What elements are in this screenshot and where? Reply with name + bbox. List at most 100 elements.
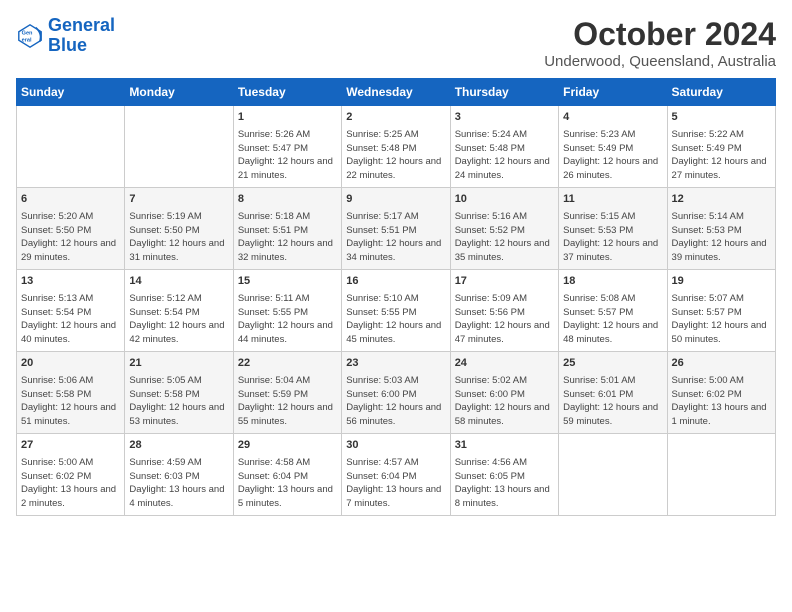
day-number: 7 — [129, 192, 228, 208]
calendar-cell: 31 Sunrise: 4:56 AM Sunset: 6:05 PM Dayli… — [450, 434, 558, 516]
calendar-cell: 30 Sunrise: 4:57 AM Sunset: 6:04 PM Dayli… — [342, 434, 450, 516]
day-number: 30 — [346, 438, 445, 454]
calendar-cell: 6 Sunrise: 5:20 AM Sunset: 5:50 PM Daylig… — [17, 188, 125, 270]
day-info: Sunrise: 5:17 AM Sunset: 5:51 PM Dayligh… — [346, 210, 445, 265]
day-number: 10 — [455, 192, 554, 208]
day-number: 2 — [346, 110, 445, 126]
calendar-cell: 9 Sunrise: 5:17 AM Sunset: 5:51 PM Daylig… — [342, 188, 450, 270]
weekday-header: Wednesday — [342, 79, 450, 106]
calendar-week-row: 20 Sunrise: 5:06 AM Sunset: 5:58 PM Dayli… — [17, 352, 776, 434]
day-info: Sunrise: 5:07 AM Sunset: 5:57 PM Dayligh… — [672, 292, 771, 347]
day-number: 19 — [672, 274, 771, 290]
calendar-cell: 19 Sunrise: 5:07 AM Sunset: 5:57 PM Dayli… — [667, 270, 775, 352]
logo-icon: Gen eral — [16, 22, 44, 50]
calendar-week-row: 27Sunrise: 5:00 AM Sunset: 6:02 PM Dayli… — [17, 434, 776, 516]
day-number: 23 — [346, 356, 445, 372]
day-number: 6 — [21, 192, 120, 208]
day-info: Sunrise: 5:03 AM Sunset: 6:00 PM Dayligh… — [346, 374, 445, 429]
calendar-cell: 14 Sunrise: 5:12 AM Sunset: 5:54 PM Dayli… — [125, 270, 233, 352]
calendar-cell: 5 Sunrise: 5:22 AM Sunset: 5:49 PM Daylig… — [667, 106, 775, 188]
day-number: 18 — [563, 274, 662, 290]
weekday-header: Monday — [125, 79, 233, 106]
calendar-cell: 10 Sunrise: 5:16 AM Sunset: 5:52 PM Dayli… — [450, 188, 558, 270]
day-info: Sunrise: 4:58 AM Sunset: 6:04 PM Dayligh… — [238, 456, 337, 511]
day-info: Sunrise: 5:13 AM Sunset: 5:54 PM Dayligh… — [21, 292, 120, 347]
day-number: 4 — [563, 110, 662, 126]
calendar-cell: 28Sunrise: 4:59 AM Sunset: 6:03 PM Dayli… — [125, 434, 233, 516]
day-number: 5 — [672, 110, 771, 126]
day-info: Sunrise: 5:22 AM Sunset: 5:49 PM Dayligh… — [672, 128, 771, 183]
calendar-table: SundayMondayTuesdayWednesdayThursdayFrid… — [16, 78, 776, 516]
calendar-cell: 13 Sunrise: 5:13 AM Sunset: 5:54 PM Dayli… — [17, 270, 125, 352]
day-info: Sunrise: 5:18 AM Sunset: 5:51 PM Dayligh… — [238, 210, 337, 265]
day-info: Sunrise: 5:23 AM Sunset: 5:49 PM Dayligh… — [563, 128, 662, 183]
calendar-cell: 12 Sunrise: 5:14 AM Sunset: 5:53 PM Dayli… — [667, 188, 775, 270]
calendar-cell: 27Sunrise: 5:00 AM Sunset: 6:02 PM Dayli… — [17, 434, 125, 516]
day-info: Sunrise: 5:02 AM Sunset: 6:00 PM Dayligh… — [455, 374, 554, 429]
day-info: Sunrise: 5:14 AM Sunset: 5:53 PM Dayligh… — [672, 210, 771, 265]
calendar-cell — [17, 106, 125, 188]
calendar-cell: 15 Sunrise: 5:11 AM Sunset: 5:55 PM Dayli… — [233, 270, 341, 352]
day-info: Sunrise: 5:25 AM Sunset: 5:48 PM Dayligh… — [346, 128, 445, 183]
calendar-cell: 7 Sunrise: 5:19 AM Sunset: 5:50 PM Daylig… — [125, 188, 233, 270]
calendar-cell — [559, 434, 667, 516]
day-info: Sunrise: 5:09 AM Sunset: 5:56 PM Dayligh… — [455, 292, 554, 347]
day-number: 29 — [238, 438, 337, 454]
weekday-header: Saturday — [667, 79, 775, 106]
day-number: 12 — [672, 192, 771, 208]
day-info: Sunrise: 5:10 AM Sunset: 5:55 PM Dayligh… — [346, 292, 445, 347]
day-number: 13 — [21, 274, 120, 290]
logo: Gen eral General Blue — [16, 16, 115, 56]
day-number: 20 — [21, 356, 120, 372]
calendar-cell: 20 Sunrise: 5:06 AM Sunset: 5:58 PM Dayli… — [17, 352, 125, 434]
day-info: Sunrise: 4:56 AM Sunset: 6:05 PM Dayligh… — [455, 456, 554, 511]
day-info: Sunrise: 5:05 AM Sunset: 5:58 PM Dayligh… — [129, 374, 228, 429]
day-number: 26 — [672, 356, 771, 372]
day-number: 21 — [129, 356, 228, 372]
header: Gen eral General Blue October 2024 Under… — [16, 16, 776, 70]
calendar-cell: 23 Sunrise: 5:03 AM Sunset: 6:00 PM Dayli… — [342, 352, 450, 434]
day-number: 17 — [455, 274, 554, 290]
calendar-cell: 3 Sunrise: 5:24 AM Sunset: 5:48 PM Daylig… — [450, 106, 558, 188]
day-number: 14 — [129, 274, 228, 290]
day-number: 31 — [455, 438, 554, 454]
title-area: October 2024 Underwood, Queensland, Aust… — [544, 16, 776, 70]
calendar-week-row: 13 Sunrise: 5:13 AM Sunset: 5:54 PM Dayli… — [17, 270, 776, 352]
logo-text: General Blue — [48, 16, 115, 56]
day-info: Sunrise: 4:57 AM Sunset: 6:04 PM Dayligh… — [346, 456, 445, 511]
day-info: Sunrise: 5:06 AM Sunset: 5:58 PM Dayligh… — [21, 374, 120, 429]
day-number: 15 — [238, 274, 337, 290]
svg-text:eral: eral — [22, 37, 32, 43]
calendar-week-row: 1Sunrise: 5:26 AM Sunset: 5:47 PM Daylig… — [17, 106, 776, 188]
day-number: 9 — [346, 192, 445, 208]
calendar-cell: 22Sunrise: 5:04 AM Sunset: 5:59 PM Dayli… — [233, 352, 341, 434]
month-title: October 2024 — [544, 16, 776, 53]
calendar-cell: 25 Sunrise: 5:01 AM Sunset: 6:01 PM Dayli… — [559, 352, 667, 434]
day-info: Sunrise: 5:16 AM Sunset: 5:52 PM Dayligh… — [455, 210, 554, 265]
day-number: 8 — [238, 192, 337, 208]
day-info: Sunrise: 5:19 AM Sunset: 5:50 PM Dayligh… — [129, 210, 228, 265]
calendar-cell: 1Sunrise: 5:26 AM Sunset: 5:47 PM Daylig… — [233, 106, 341, 188]
day-number: 24 — [455, 356, 554, 372]
day-info: Sunrise: 5:11 AM Sunset: 5:55 PM Dayligh… — [238, 292, 337, 347]
day-info: Sunrise: 5:01 AM Sunset: 6:01 PM Dayligh… — [563, 374, 662, 429]
location-title: Underwood, Queensland, Australia — [544, 53, 776, 70]
calendar-cell: 21 Sunrise: 5:05 AM Sunset: 5:58 PM Dayli… — [125, 352, 233, 434]
day-info: Sunrise: 5:12 AM Sunset: 5:54 PM Dayligh… — [129, 292, 228, 347]
calendar-cell: 4 Sunrise: 5:23 AM Sunset: 5:49 PM Daylig… — [559, 106, 667, 188]
calendar-cell: 2 Sunrise: 5:25 AM Sunset: 5:48 PM Daylig… — [342, 106, 450, 188]
day-number: 11 — [563, 192, 662, 208]
calendar-cell: 29 Sunrise: 4:58 AM Sunset: 6:04 PM Dayli… — [233, 434, 341, 516]
calendar-cell: 18Sunrise: 5:08 AM Sunset: 5:57 PM Dayli… — [559, 270, 667, 352]
day-info: Sunrise: 5:20 AM Sunset: 5:50 PM Dayligh… — [21, 210, 120, 265]
day-info: Sunrise: 5:15 AM Sunset: 5:53 PM Dayligh… — [563, 210, 662, 265]
calendar-cell: 16 Sunrise: 5:10 AM Sunset: 5:55 PM Dayli… — [342, 270, 450, 352]
day-number: 25 — [563, 356, 662, 372]
day-number: 3 — [455, 110, 554, 126]
day-number: 16 — [346, 274, 445, 290]
calendar-cell: 26Sunrise: 5:00 AM Sunset: 6:02 PM Dayli… — [667, 352, 775, 434]
weekday-header: Sunday — [17, 79, 125, 106]
day-number: 27 — [21, 438, 120, 454]
calendar-cell: 11 Sunrise: 5:15 AM Sunset: 5:53 PM Dayli… — [559, 188, 667, 270]
day-info: Sunrise: 5:24 AM Sunset: 5:48 PM Dayligh… — [455, 128, 554, 183]
